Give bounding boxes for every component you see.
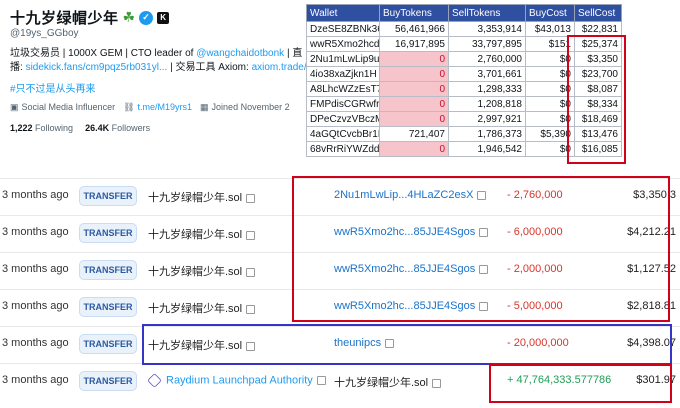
sellcost-highlight-box bbox=[567, 35, 626, 164]
selltokens-cell: 2,760,000 bbox=[448, 51, 526, 67]
buytokens-cell: 0 bbox=[379, 141, 449, 157]
briefcase-icon: ▣ bbox=[10, 102, 19, 112]
profile-name-row: 十九岁绿帽少年 ☘ ✓ K bbox=[10, 7, 170, 28]
transfer-from[interactable]: Raydium Launchpad Authority bbox=[147, 373, 326, 388]
transfer-time: 3 months ago bbox=[2, 189, 69, 201]
wallet-cell: DzeSE8ZBNk36 bbox=[306, 21, 380, 37]
joined-text: Joined November 2 bbox=[211, 102, 290, 112]
theunipcs-transfer-highlight-box bbox=[142, 324, 672, 365]
transfer-type-badge: TRANSFER bbox=[79, 260, 137, 280]
transfer-to[interactable]: 十九岁绿帽少年.sol bbox=[334, 374, 442, 390]
profile-category: ▣ Social Media Influencer bbox=[10, 102, 115, 113]
website-link[interactable]: t.me/M19yrs1 bbox=[138, 102, 193, 112]
followers-count: 26.4K bbox=[85, 123, 110, 133]
following-label: Following bbox=[35, 123, 74, 133]
selltokens-cell: 1,946,542 bbox=[448, 141, 526, 157]
selltokens-cell: 33,797,895 bbox=[448, 36, 526, 52]
buytokens-cell: 721,407 bbox=[379, 126, 449, 142]
buytokens-cell: 0 bbox=[379, 51, 449, 67]
copy-icon[interactable] bbox=[432, 378, 442, 388]
transfer-from[interactable]: 十九岁绿帽少年.sol bbox=[148, 300, 256, 316]
selltokens-cell: 1,298,333 bbox=[448, 81, 526, 97]
column-header-buycost: BuyCost bbox=[525, 4, 575, 22]
wallet-cell: 4io38xaZjkn1H bbox=[306, 66, 380, 82]
wallet-cell: 68vRrRiYWZdd bbox=[306, 141, 380, 157]
buytokens-cell: 0 bbox=[379, 111, 449, 127]
following-count: 1,222 bbox=[10, 123, 33, 133]
profile-bio-line1: 垃圾交易员 | 1000X GEM | CTO leader of @wangc… bbox=[10, 44, 302, 59]
profile-name: 十九岁绿帽少年 bbox=[10, 10, 119, 27]
calendar-icon: ▦ bbox=[200, 102, 209, 112]
buytokens-cell: 0 bbox=[379, 81, 449, 97]
profile-hashtag[interactable]: #只不过是从头再来 bbox=[10, 80, 96, 95]
copy-icon[interactable] bbox=[246, 193, 256, 203]
copy-icon[interactable] bbox=[246, 267, 256, 277]
from-address[interactable]: 十九岁绿帽少年.sol bbox=[148, 303, 242, 315]
copy-icon[interactable] bbox=[246, 304, 256, 314]
wallet-cell: DPeCzvzVBczM bbox=[306, 111, 380, 127]
from-address[interactable]: 十九岁绿帽少年.sol bbox=[148, 229, 242, 241]
profile-bio-line2: 播: sidekick.fans/cm9pqz5rb031yl... | 交易工… bbox=[10, 58, 310, 73]
raydium-icon bbox=[147, 373, 162, 388]
wallet-cell: FMPdisCGRwfr bbox=[306, 96, 380, 112]
copy-icon[interactable] bbox=[246, 230, 256, 240]
link-icon: ⛓ bbox=[123, 102, 135, 112]
bio-text: | 交易工具 Axiom: bbox=[167, 62, 252, 73]
buytokens-cell: 56,461,966 bbox=[379, 21, 449, 37]
transfer-type-badge: TRANSFER bbox=[79, 186, 137, 206]
selltokens-cell: 3,353,914 bbox=[448, 21, 526, 37]
from-address[interactable]: Raydium Launchpad Authority bbox=[166, 374, 313, 386]
wallet-cell: A8LhcWZzEsT7 bbox=[306, 81, 380, 97]
table-header-row: Wallet BuyTokens SellTokens BuyCost Sell… bbox=[306, 4, 622, 22]
selltokens-cell: 2,997,921 bbox=[448, 111, 526, 127]
column-header-selltokens: SellTokens bbox=[448, 4, 526, 22]
incoming-transfer-highlight-box bbox=[489, 364, 672, 403]
wallet-cell: 4aGQtCvcbBr1I bbox=[306, 126, 380, 142]
transfer-time: 3 months ago bbox=[2, 263, 69, 275]
column-header-wallet: Wallet bbox=[306, 4, 380, 22]
transfer-time: 3 months ago bbox=[2, 300, 69, 312]
transfer-time: 3 months ago bbox=[2, 337, 69, 349]
profile-follow-stats: 1,222 Following 26.4K Followers bbox=[10, 123, 150, 133]
column-header-buytokens: BuyTokens bbox=[379, 4, 449, 22]
buytokens-cell: 16,917,895 bbox=[379, 36, 449, 52]
wallet-cell: 2Nu1mLwLip9u bbox=[306, 51, 380, 67]
selltokens-cell: 1,786,373 bbox=[448, 126, 526, 142]
buytokens-cell: 0 bbox=[379, 66, 449, 82]
followers-link[interactable]: 26.4K Followers bbox=[85, 123, 150, 133]
verified-icon: ✓ bbox=[139, 10, 154, 25]
transfer-time: 3 months ago bbox=[2, 374, 69, 386]
transfer-from[interactable]: 十九岁绿帽少年.sol bbox=[148, 226, 256, 242]
transfer-type-badge: TRANSFER bbox=[79, 297, 137, 317]
from-address[interactable]: 十九岁绿帽少年.sol bbox=[148, 192, 242, 204]
column-header-sellcost: SellCost bbox=[574, 4, 622, 22]
transfer-type-badge: TRANSFER bbox=[79, 223, 137, 243]
transfer-from[interactable]: 十九岁绿帽少年.sol bbox=[148, 263, 256, 279]
profile-joined: ▦ Joined November 2 bbox=[200, 102, 290, 113]
followers-label: Followers bbox=[111, 123, 151, 133]
selltokens-cell: 1,208,818 bbox=[448, 96, 526, 112]
transfer-time: 3 months ago bbox=[2, 226, 69, 238]
bio-stream-link[interactable]: sidekick.fans/cm9pqz5rb031yl... bbox=[26, 62, 168, 73]
category-text: Social Media Influencer bbox=[21, 102, 116, 112]
profile-website[interactable]: ⛓ t.me/M19yrs1 bbox=[123, 102, 192, 113]
bio-axiom-link[interactable]: axiom.trade/ bbox=[252, 62, 307, 73]
transfer-type-badge: TRANSFER bbox=[79, 334, 137, 354]
transfer-from[interactable]: 十九岁绿帽少年.sol bbox=[148, 189, 256, 205]
profile-meta: ▣ Social Media Influencer ⛓ t.me/M19yrs1 ▦… bbox=[10, 102, 310, 113]
copy-icon[interactable] bbox=[316, 376, 326, 385]
from-address[interactable]: 十九岁绿帽少年.sol bbox=[148, 266, 242, 278]
clover-icon: ☘ bbox=[122, 9, 136, 25]
bio-text: 播: bbox=[10, 62, 26, 73]
profile-handle: @19ys_GGboy bbox=[10, 28, 79, 39]
affiliate-badge-icon[interactable]: K bbox=[157, 11, 170, 24]
profile-card: 十九岁绿帽少年 ☘ ✓ K @19ys_GGboy 垃圾交易员 | 1000X … bbox=[0, 0, 310, 178]
wallet-cell: wwR5Xmo2hcd bbox=[306, 36, 380, 52]
transfer-type-badge: TRANSFER bbox=[79, 371, 137, 391]
buytokens-cell: 0 bbox=[379, 96, 449, 112]
outgoing-transfers-highlight-box bbox=[292, 176, 670, 322]
to-address[interactable]: 十九岁绿帽少年.sol bbox=[334, 377, 428, 389]
selltokens-cell: 3,701,661 bbox=[448, 66, 526, 82]
following-link[interactable]: 1,222 Following bbox=[10, 123, 73, 133]
